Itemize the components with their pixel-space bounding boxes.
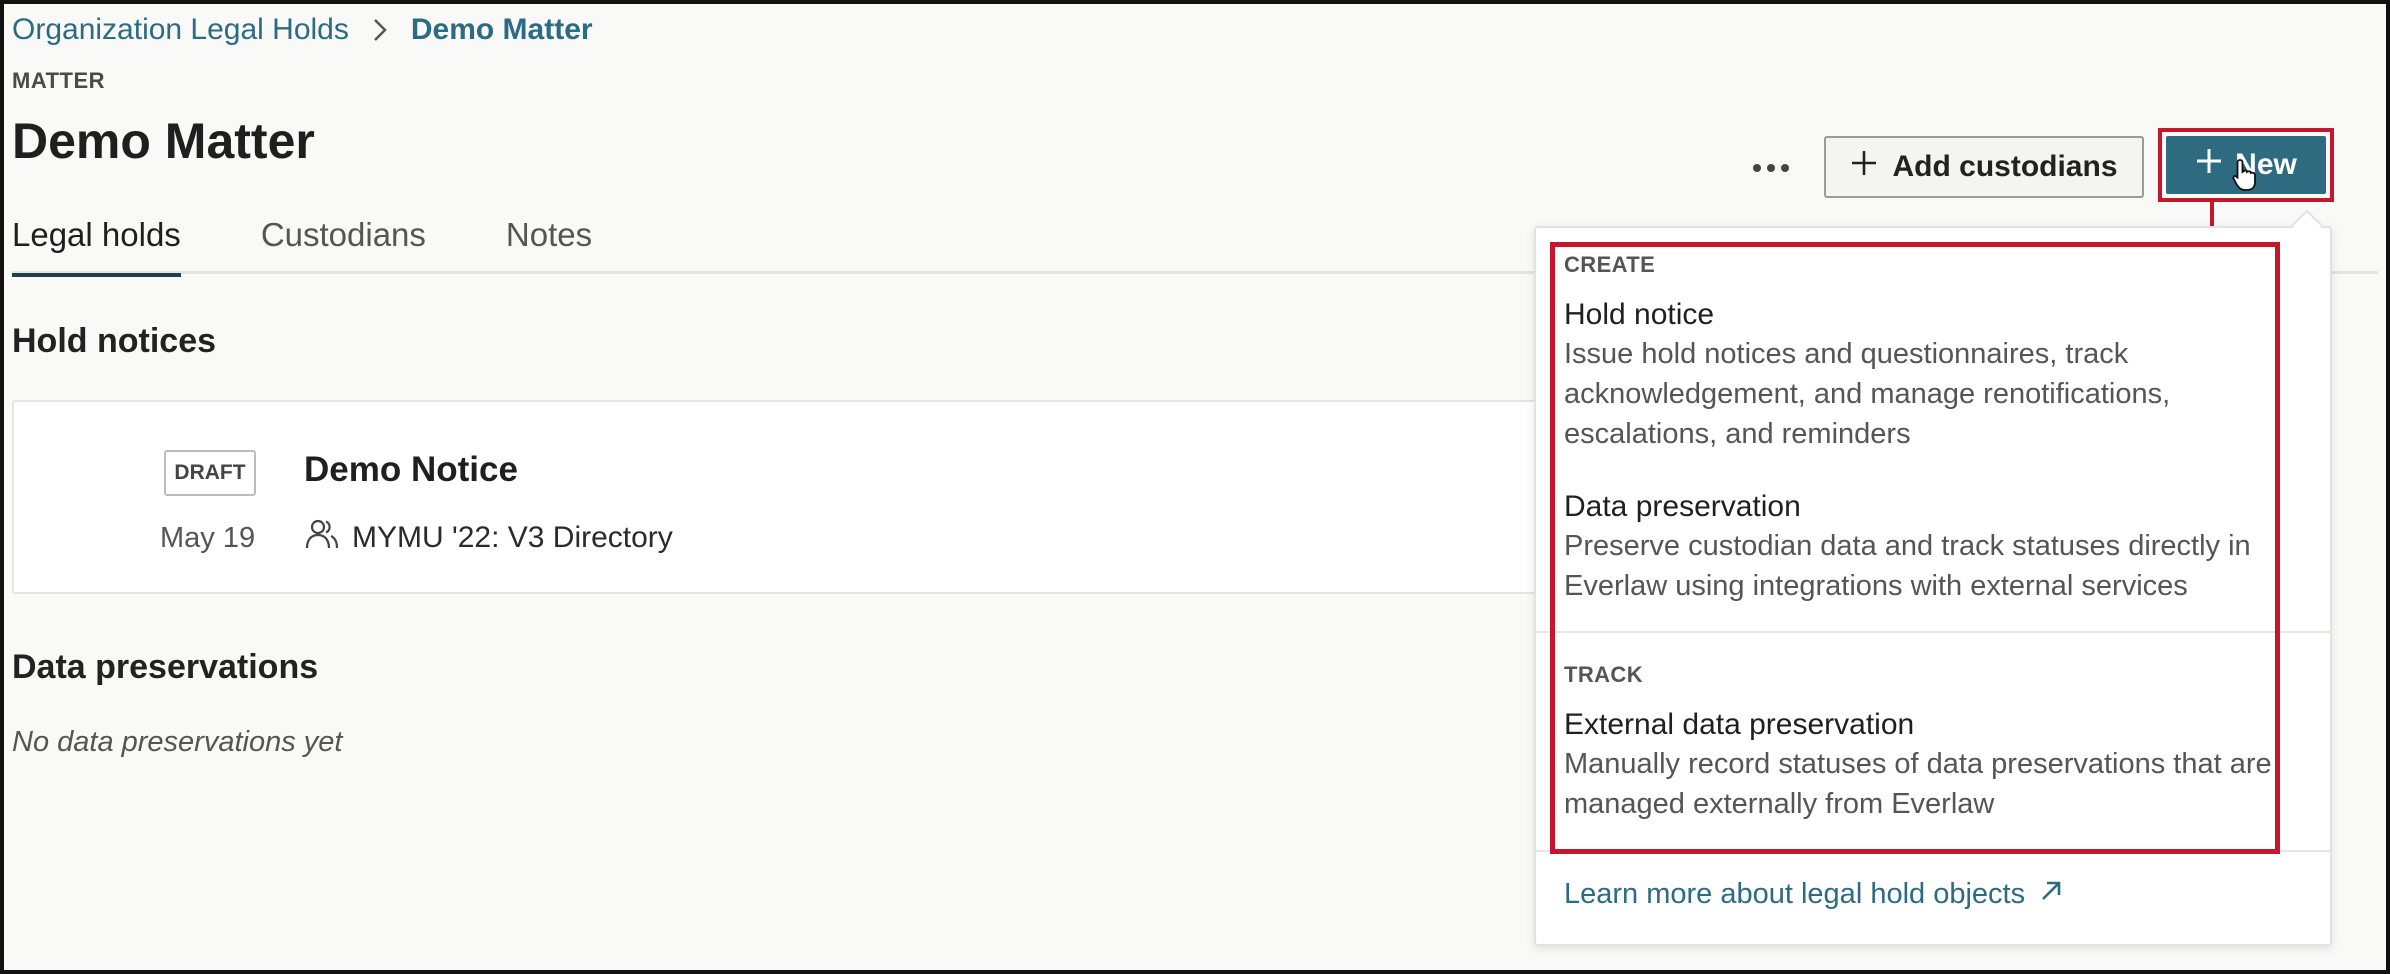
learn-more-label: Learn more about legal hold objects (1564, 878, 2026, 910)
learn-more-link[interactable]: Learn more about legal hold objects (1564, 878, 2063, 911)
people-icon (304, 516, 340, 560)
data-preservations-empty: No data preservations yet (12, 726, 343, 758)
hand-pointer-icon (2232, 158, 2258, 197)
more-horizontal-icon (1753, 164, 1789, 172)
chevron-right-icon (367, 17, 393, 43)
breadcrumb-parent-link[interactable]: Organization Legal Holds (12, 13, 349, 47)
notice-group: MYMU '22: V3 Directory (304, 516, 673, 560)
plus-icon (2195, 147, 2223, 183)
add-custodians-button[interactable]: Add custodians (1824, 136, 2144, 198)
notice-title[interactable]: Demo Notice (304, 450, 518, 490)
more-options-button[interactable] (1746, 140, 1796, 196)
hold-notice-card[interactable]: DRAFT May 19 Demo Notice MYMU '22: V3 Di… (12, 400, 1572, 594)
notice-date: May 19 (160, 522, 256, 554)
add-custodians-label: Add custodians (1892, 150, 2118, 183)
tab-custodians[interactable]: Custodians (261, 210, 426, 274)
menu-highlight-box (1550, 242, 2280, 854)
hold-notices-heading: Hold notices (12, 322, 217, 360)
notice-group-label: MYMU '22: V3 Directory (352, 521, 673, 554)
status-badge: DRAFT (164, 450, 256, 496)
page-eyebrow: MATTER (12, 68, 106, 93)
tab-notes[interactable]: Notes (506, 210, 592, 274)
breadcrumb-current[interactable]: Demo Matter (411, 13, 593, 47)
external-link-arrow-icon (2039, 878, 2063, 911)
data-preservations-heading: Data preservations (12, 648, 319, 686)
breadcrumb: Organization Legal Holds Demo Matter (12, 10, 593, 50)
plus-icon (1850, 149, 1878, 185)
page-title: Demo Matter (12, 113, 315, 169)
tab-legal-holds[interactable]: Legal holds (12, 210, 181, 277)
